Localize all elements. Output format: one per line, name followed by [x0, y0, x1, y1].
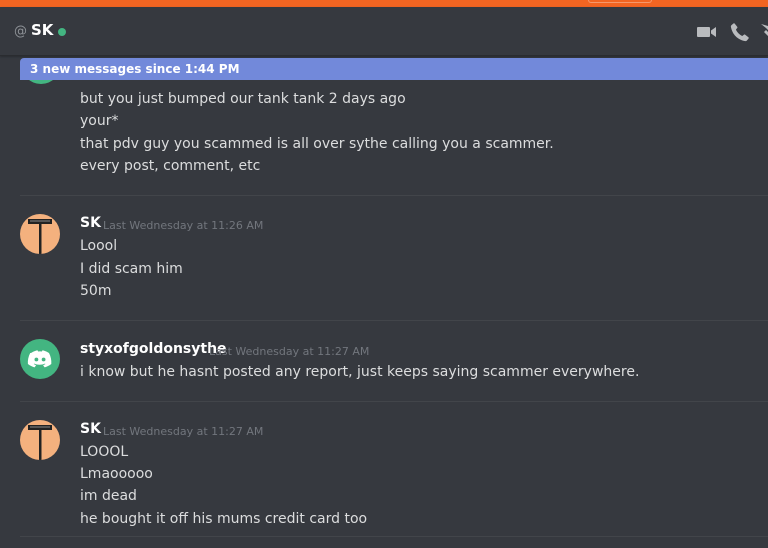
- message-line: 50m: [80, 283, 112, 299]
- message-line: Loool: [80, 238, 118, 254]
- message-author[interactable]: SK: [80, 421, 101, 437]
- message-line: your*: [80, 113, 119, 129]
- voice-call-icon[interactable]: [728, 20, 752, 44]
- message-line: im dead: [80, 488, 137, 504]
- message-group-divider: [20, 195, 768, 196]
- message-group-divider: [20, 401, 768, 402]
- pinned-messages-icon[interactable]: [759, 20, 768, 44]
- discord-default-avatar[interactable]: [20, 339, 60, 379]
- sk-avatar[interactable]: [20, 214, 60, 254]
- message-timestamp: Last Wednesday at 11:27 AM: [209, 345, 370, 358]
- window-top-accent-bar: [0, 0, 768, 7]
- message-line: LOOOL: [80, 444, 129, 460]
- message-line: he bought it off his mums credit card to…: [80, 511, 368, 527]
- message-line: Lmaooooo: [80, 466, 153, 482]
- message-author[interactable]: SK: [80, 215, 101, 231]
- new-messages-bar[interactable]: 3 new messages since 1:44 PM: [20, 58, 768, 80]
- message-author[interactable]: styxofgoldonsythe: [80, 341, 227, 357]
- message-line: every post, comment, etc: [80, 158, 261, 174]
- message-line: but you just bumped our tank tank 2 days…: [80, 91, 406, 107]
- window-tab-hint: [588, 0, 652, 3]
- at-symbol: @: [14, 24, 27, 39]
- sk-avatar[interactable]: [20, 420, 60, 460]
- channel-header: @ SK: [0, 7, 768, 56]
- message-timestamp: Last Wednesday at 11:26 AM: [103, 219, 264, 232]
- message-timestamp: Last Wednesday at 11:27 AM: [103, 425, 264, 438]
- message-line: i know but he hasnt posted any report, j…: [80, 364, 640, 380]
- message-line: that pdv guy you scammed is all over syt…: [80, 136, 554, 152]
- online-status-icon: [58, 28, 66, 36]
- message-line: I did scam him: [80, 261, 183, 277]
- dm-username[interactable]: SK: [31, 21, 53, 39]
- video-call-icon[interactable]: [695, 20, 719, 44]
- message-group-divider: [20, 536, 768, 537]
- message-group-divider: [20, 320, 768, 321]
